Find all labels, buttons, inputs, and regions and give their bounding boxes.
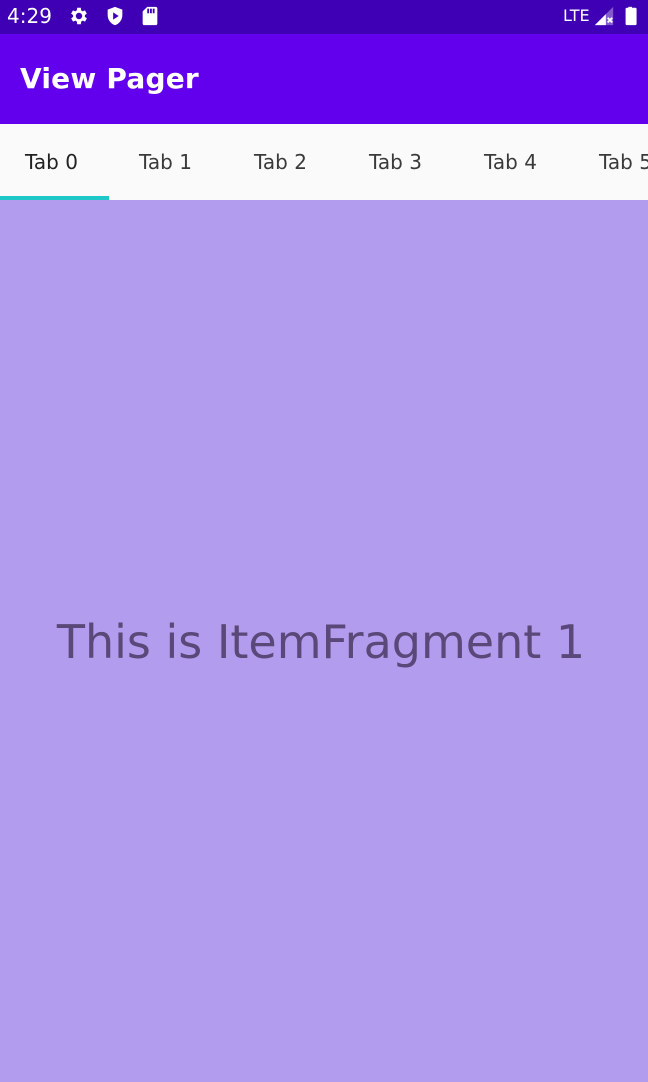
sd-card-icon bbox=[139, 5, 161, 27]
view-pager-page[interactable]: This is ItemFragment 1 bbox=[0, 200, 648, 1082]
tab-label: Tab 1 bbox=[139, 150, 192, 174]
status-bar: 4:29 LTE bbox=[0, 0, 648, 34]
tab-bar: Tab 0 Tab 1 Tab 2 Tab 3 Tab 4 Tab 5 bbox=[0, 124, 648, 200]
battery-icon bbox=[621, 5, 643, 27]
shield-play-icon bbox=[104, 5, 126, 27]
tab-4[interactable]: Tab 4 bbox=[453, 124, 568, 200]
tab-2[interactable]: Tab 2 bbox=[223, 124, 338, 200]
status-time: 4:29 bbox=[7, 4, 52, 28]
app-bar: View Pager bbox=[0, 34, 648, 124]
tab-1[interactable]: Tab 1 bbox=[108, 124, 223, 200]
tab-label: Tab 4 bbox=[484, 150, 537, 174]
network-label: LTE bbox=[563, 6, 590, 25]
tab-0[interactable]: Tab 0 bbox=[0, 124, 109, 200]
app-title: View Pager bbox=[20, 62, 199, 95]
tab-5[interactable]: Tab 5 bbox=[568, 124, 648, 200]
settings-icon bbox=[68, 5, 90, 27]
tab-label: Tab 0 bbox=[25, 150, 78, 174]
screen: 4:29 LTE View Pager Tab 0 Tab 1 Tab 2 Ta… bbox=[0, 0, 648, 1082]
tab-label: Tab 2 bbox=[254, 150, 307, 174]
fragment-text: This is ItemFragment 1 bbox=[56, 615, 586, 669]
tab-label: Tab 5 bbox=[599, 150, 648, 174]
tab-label: Tab 3 bbox=[369, 150, 422, 174]
signal-icon bbox=[593, 5, 615, 27]
tab-3[interactable]: Tab 3 bbox=[338, 124, 453, 200]
